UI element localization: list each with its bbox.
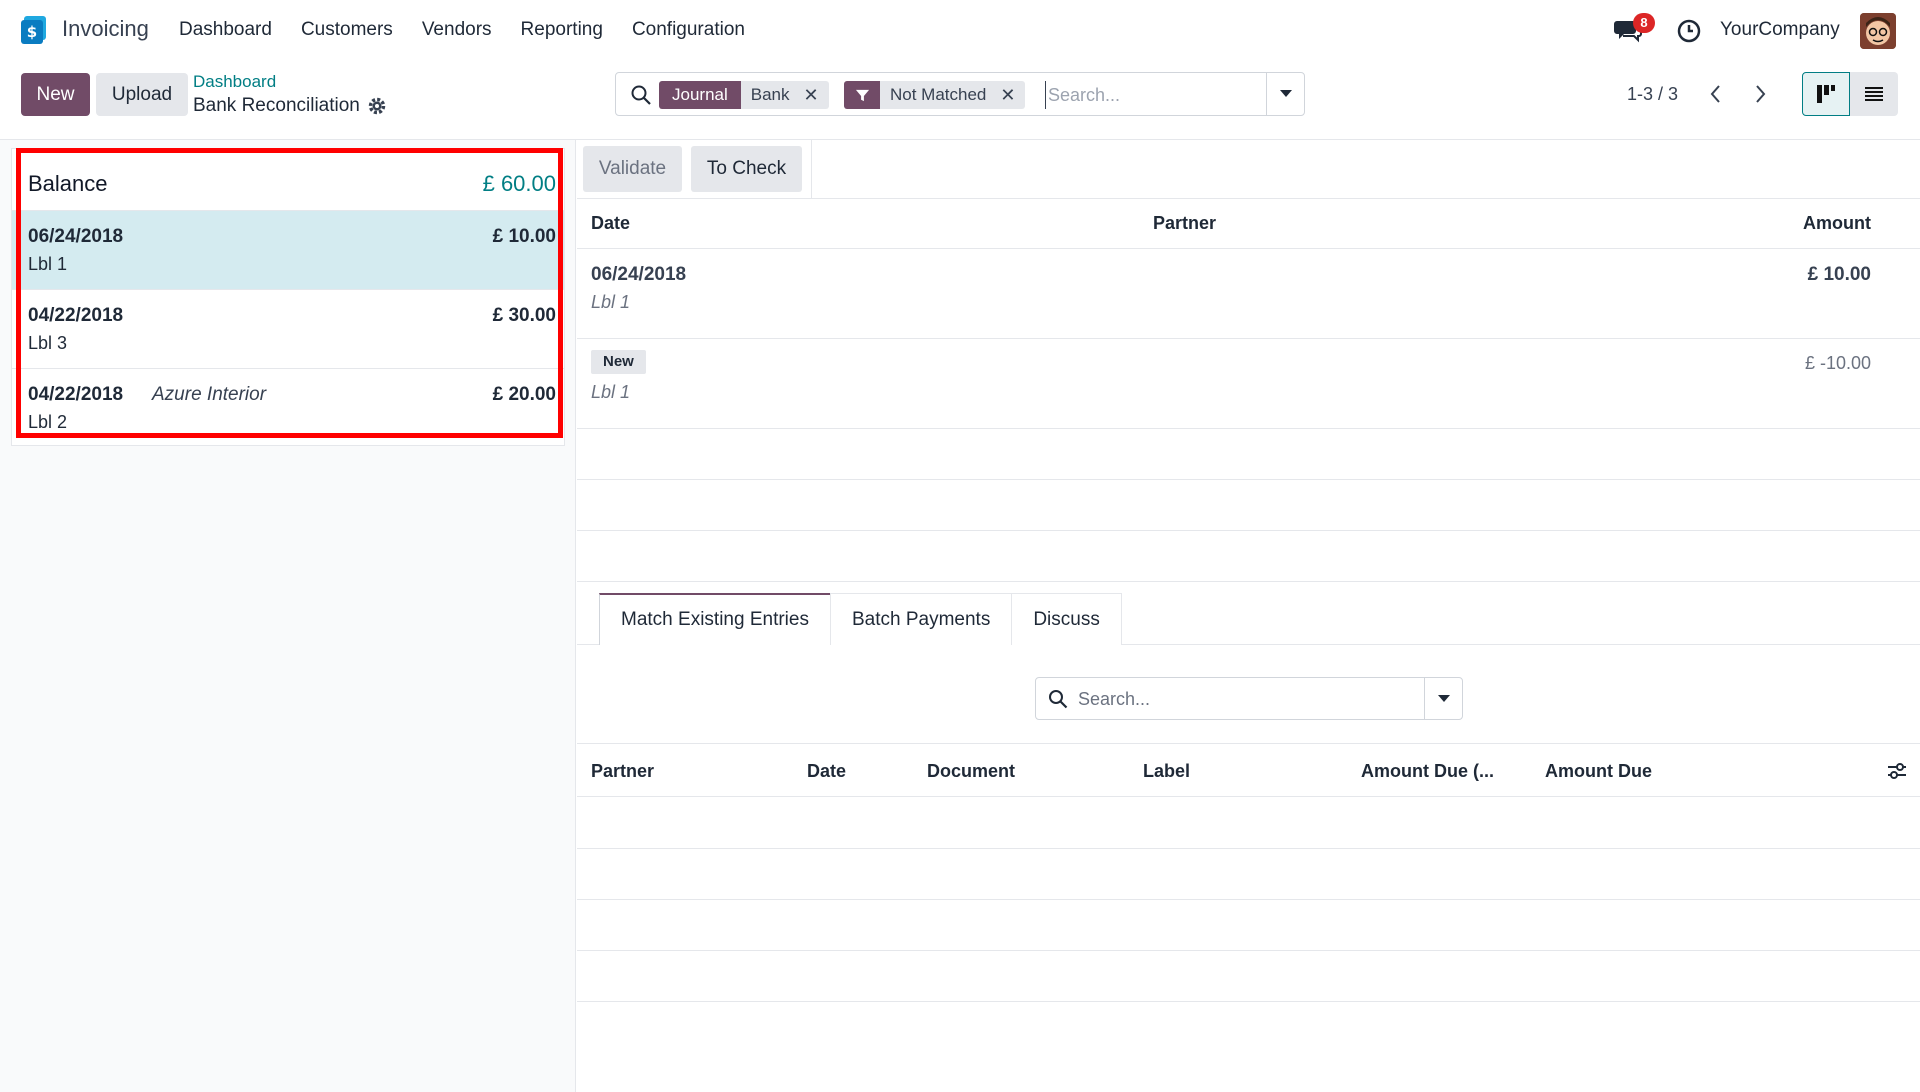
optional-columns-icon[interactable] bbox=[1886, 760, 1908, 782]
entry-label: Lbl 1 bbox=[591, 292, 631, 312]
menu-item-customers[interactable]: Customers bbox=[301, 19, 393, 41]
facet-value: Bank bbox=[740, 81, 800, 109]
menu-item-reporting[interactable]: Reporting bbox=[521, 19, 603, 41]
new-badge: New bbox=[591, 350, 646, 374]
new-button[interactable]: New bbox=[21, 73, 90, 116]
remove-filter-facet-icon[interactable]: ✕ bbox=[996, 81, 1026, 109]
breadcrumb-dashboard-link[interactable]: Dashboard bbox=[193, 72, 276, 92]
tab-match-existing-entries[interactable]: Match Existing Entries bbox=[599, 593, 831, 645]
line-amount: £ 20.00 bbox=[492, 384, 556, 405]
menu-item-dashboard[interactable]: Dashboard bbox=[179, 19, 272, 41]
column-header-date[interactable]: Date bbox=[807, 761, 846, 782]
column-header-amount-due-currency[interactable]: Amount Due (... bbox=[1361, 761, 1494, 782]
menu-item-configuration[interactable]: Configuration bbox=[632, 19, 745, 41]
divider bbox=[811, 140, 812, 198]
statement-lines-panel: Balance £ 60.00 06/24/2018 £ 10.00 Lbl 1… bbox=[0, 140, 576, 1092]
line-date: 06/24/2018 bbox=[28, 226, 124, 247]
line-partner: Azure Interior bbox=[152, 384, 267, 405]
entry-amount: £ -10.00 bbox=[1804, 353, 1871, 373]
filter-icon bbox=[844, 81, 880, 109]
divider bbox=[577, 248, 1920, 249]
clock-icon[interactable] bbox=[1677, 19, 1701, 43]
balance-label: Balance bbox=[28, 171, 108, 196]
match-search-bar bbox=[1035, 677, 1463, 720]
list-icon bbox=[1865, 87, 1883, 101]
chevron-left-icon[interactable] bbox=[1706, 82, 1726, 106]
filter-facet: Not Matched ✕ bbox=[844, 81, 1026, 109]
divider bbox=[577, 581, 1920, 582]
column-header-amount-due[interactable]: Amount Due bbox=[1545, 761, 1652, 782]
match-search-input[interactable] bbox=[1078, 686, 1408, 712]
line-label: Lbl 2 bbox=[28, 412, 68, 432]
chevron-right-icon[interactable] bbox=[1750, 82, 1770, 106]
upload-button[interactable]: Upload bbox=[96, 73, 188, 116]
statement-list: Balance £ 60.00 06/24/2018 £ 10.00 Lbl 1… bbox=[11, 148, 565, 446]
tab-discuss[interactable]: Discuss bbox=[1011, 593, 1122, 645]
column-header-document[interactable]: Document bbox=[927, 761, 1015, 782]
user-avatar[interactable] bbox=[1860, 13, 1896, 49]
main-menu: Dashboard Customers Vendors Reporting Co… bbox=[179, 19, 774, 41]
balance-row: Balance £ 60.00 bbox=[12, 149, 564, 211]
line-amount: £ 30.00 bbox=[492, 305, 556, 326]
entry-amount: £ 10.00 bbox=[1807, 264, 1871, 285]
divider bbox=[577, 428, 1920, 429]
search-bar: Journal Bank ✕ Not Matched ✕ bbox=[615, 72, 1305, 116]
menu-item-vendors[interactable]: Vendors bbox=[422, 19, 492, 41]
caret-down-icon bbox=[1437, 694, 1450, 702]
entry-date: 06/24/2018 bbox=[591, 264, 687, 285]
search-input[interactable] bbox=[1045, 81, 1255, 109]
line-date: 04/22/2018 bbox=[28, 384, 124, 405]
search-icon bbox=[1049, 690, 1068, 709]
divider bbox=[577, 198, 1920, 199]
notebook-tabs: Match Existing Entries Batch Payments Di… bbox=[599, 593, 1122, 645]
balance-amount: £ 60.00 bbox=[482, 171, 556, 196]
journal-facet: Journal Bank ✕ bbox=[659, 81, 829, 109]
match-search-options-toggle[interactable] bbox=[1424, 678, 1462, 719]
divider bbox=[577, 848, 1920, 849]
kanban-icon bbox=[1817, 85, 1835, 103]
reconciliation-panel: Validate To Check Date Partner Amount 06… bbox=[577, 140, 1920, 1092]
line-date: 04/22/2018 bbox=[28, 305, 124, 326]
line-label: Lbl 1 bbox=[28, 254, 68, 274]
app-name[interactable]: Invoicing bbox=[62, 16, 149, 42]
search-options-toggle[interactable] bbox=[1266, 73, 1305, 115]
gear-icon[interactable] bbox=[367, 96, 387, 116]
divider bbox=[577, 899, 1920, 900]
statement-line[interactable]: 04/22/2018 Azure Interior £ 20.00 Lbl 2 bbox=[12, 369, 564, 448]
divider bbox=[577, 479, 1920, 480]
statement-line[interactable]: 04/22/2018 £ 30.00 Lbl 3 bbox=[12, 290, 564, 369]
statement-line[interactable]: 06/24/2018 £ 10.00 Lbl 1 bbox=[12, 211, 564, 290]
tab-batch-payments[interactable]: Batch Payments bbox=[829, 593, 1013, 645]
search-icon bbox=[631, 85, 651, 105]
divider bbox=[577, 1001, 1920, 1002]
facet-label: Journal bbox=[659, 81, 741, 109]
line-amount: £ 10.00 bbox=[492, 226, 556, 247]
remove-journal-facet-icon[interactable]: ✕ bbox=[799, 81, 829, 109]
match-table-header: Partner Date Document Label Amount Due (… bbox=[577, 743, 1920, 797]
entry-label: Lbl 1 bbox=[591, 382, 631, 402]
divider bbox=[577, 338, 1920, 339]
column-header-amount: Amount bbox=[1803, 213, 1871, 233]
validate-button[interactable]: Validate bbox=[583, 146, 682, 192]
divider bbox=[577, 950, 1920, 951]
top-navbar: $ Invoicing Dashboard Customers Vendors … bbox=[0, 0, 1920, 61]
facet-value: Not Matched bbox=[880, 81, 997, 109]
line-label: Lbl 3 bbox=[28, 333, 68, 353]
caret-down-icon bbox=[1280, 90, 1292, 97]
pager-value[interactable]: 1-3 / 3 bbox=[1627, 84, 1678, 105]
to-check-button[interactable]: To Check bbox=[691, 146, 802, 192]
column-header-partner: Partner bbox=[1153, 213, 1217, 233]
list-view-button[interactable] bbox=[1850, 72, 1898, 116]
invoicing-app-icon[interactable]: $ bbox=[21, 16, 47, 44]
divider bbox=[577, 530, 1920, 531]
avatar-face-icon bbox=[1860, 13, 1896, 49]
svg-text:$: $ bbox=[27, 23, 37, 41]
message-count-badge: 8 bbox=[1633, 13, 1655, 33]
company-switcher[interactable]: YourCompany bbox=[1720, 19, 1840, 41]
column-header-partner[interactable]: Partner bbox=[591, 761, 654, 782]
kanban-view-button[interactable] bbox=[1802, 72, 1850, 116]
page-title: Bank Reconciliation bbox=[193, 95, 360, 116]
column-header-date: Date bbox=[591, 213, 631, 233]
column-header-label[interactable]: Label bbox=[1143, 761, 1190, 782]
